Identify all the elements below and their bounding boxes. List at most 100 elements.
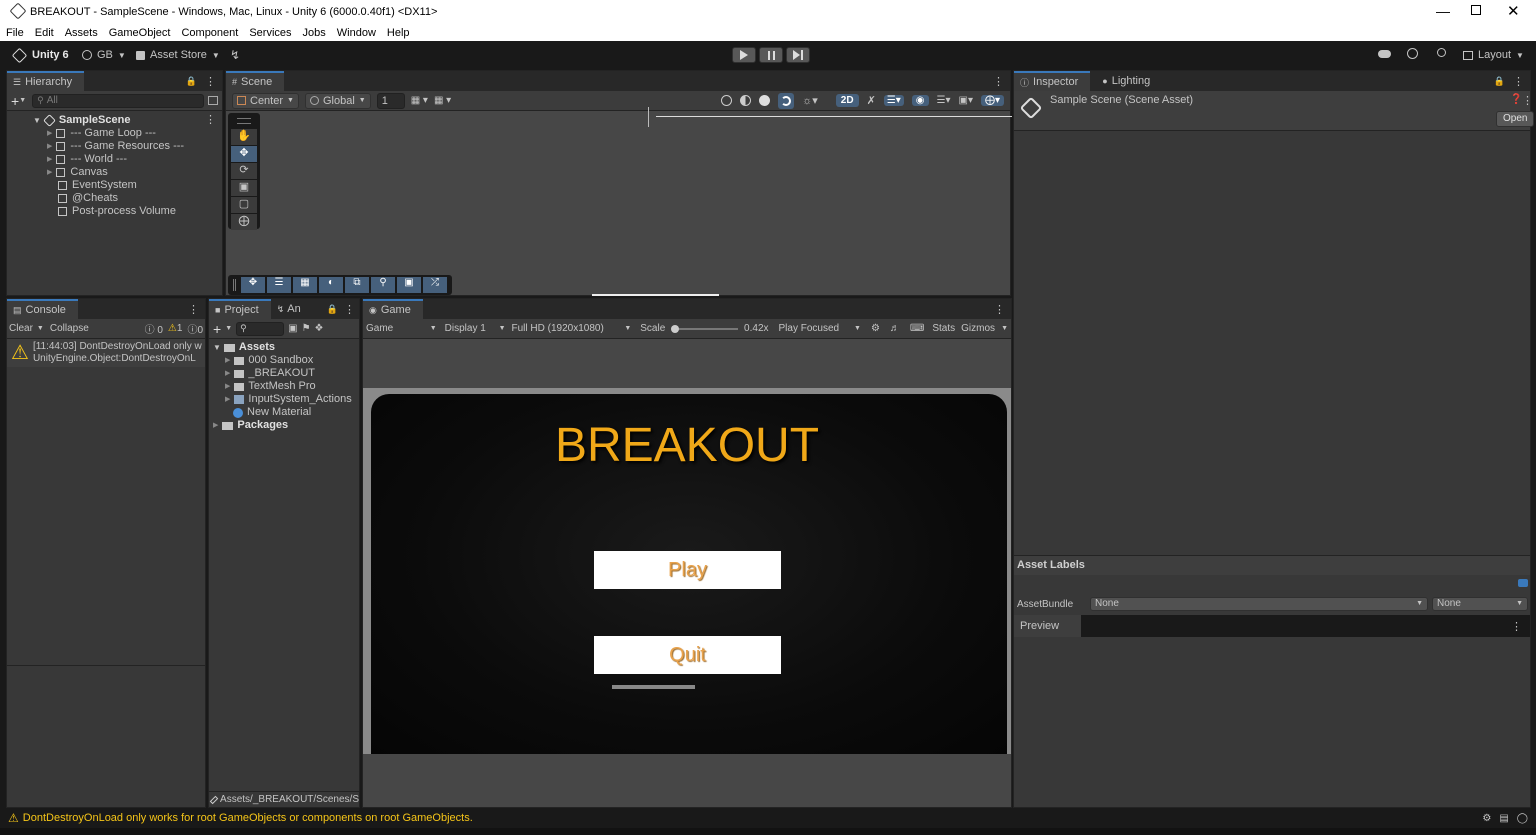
rect-tool-icon[interactable]: ▢: [231, 197, 257, 213]
cloud-icon[interactable]: [1378, 50, 1391, 58]
game-quit-button[interactable]: Quit: [594, 636, 781, 674]
hierarchy-search-field[interactable]: ⚲ All: [32, 93, 204, 108]
close-icon[interactable]: ✕: [1507, 2, 1520, 20]
tools-layers-icon[interactable]: ☰▾: [937, 95, 951, 106]
lock-icon[interactable]: 🔒: [1494, 76, 1505, 87]
move-tool-icon[interactable]: ✥: [231, 146, 257, 162]
scene-splitter[interactable]: [592, 294, 719, 296]
tab-inspector[interactable]: ⓘ Inspector: [1014, 71, 1091, 91]
drag-handle-icon[interactable]: [237, 118, 251, 124]
more-icon[interactable]: ⋮: [1513, 75, 1524, 88]
shaded-icon[interactable]: [759, 95, 771, 106]
more-icon[interactable]: ⋮: [993, 75, 1004, 88]
tab-console[interactable]: ▤ Console: [7, 299, 78, 319]
project-item[interactable]: ▶ TextMesh Pro: [209, 380, 359, 393]
add-icon[interactable]: +: [213, 321, 221, 337]
menu-edit[interactable]: Edit: [35, 27, 54, 39]
maximize-icon[interactable]: [1471, 5, 1481, 15]
version-control-icon[interactable]: ↯: [230, 48, 240, 62]
bug-icon[interactable]: ⚙: [871, 323, 880, 334]
search-overlay-icon[interactable]: ⚲: [371, 277, 395, 293]
favorites-icon[interactable]: ❖: [315, 323, 324, 334]
tab-game[interactable]: ◉ Game: [363, 299, 423, 319]
pivot-dropdown[interactable]: Center ▼: [232, 92, 299, 109]
project-root-assets[interactable]: ▼ Assets: [209, 341, 359, 354]
hand-tool-icon[interactable]: ✋: [231, 129, 257, 145]
hierarchy-item[interactable]: ▶ --- World ---: [7, 153, 222, 166]
orientation-icon[interactable]: [721, 95, 733, 106]
layers-overlay-icon[interactable]: ⧉: [345, 277, 369, 293]
move-overlay-icon[interactable]: ✥: [241, 277, 265, 293]
project-item[interactable]: New Material: [209, 406, 359, 419]
warning-count-icon[interactable]: ⚠1: [168, 323, 183, 334]
mute-audio-icon[interactable]: ♬: [890, 323, 900, 334]
game-play-button[interactable]: Play: [594, 551, 781, 589]
tab-hierarchy[interactable]: ☰ Hierarchy: [7, 71, 85, 91]
align-overlay-icon[interactable]: ☰: [267, 277, 291, 293]
layout-dropdown[interactable]: Layout ▼: [1463, 49, 1524, 61]
label-tag-icon[interactable]: [1518, 579, 1528, 587]
keyboard-icon[interactable]: ⌨: [910, 323, 924, 334]
project-root-packages[interactable]: ▶ Packages: [209, 419, 359, 432]
view-mode-dropdown[interactable]: Game ▼: [366, 323, 437, 334]
scene-root[interactable]: ▼ SampleScene ⋮: [7, 114, 222, 127]
gizmos-button[interactable]: Gizmos: [961, 323, 995, 334]
tab-project[interactable]: ■ Project: [209, 299, 271, 319]
search-by-label-icon[interactable]: ⚑: [302, 323, 311, 334]
shuffle-overlay-icon[interactable]: ⤮: [423, 277, 447, 293]
lock-icon[interactable]: 🔒: [327, 304, 338, 315]
sphere-overlay-icon[interactable]: ◐: [319, 277, 343, 293]
slider-thumb[interactable]: [671, 324, 680, 333]
grid-size-input[interactable]: 1: [376, 92, 405, 109]
menu-component[interactable]: Component: [181, 27, 238, 39]
cache-icon[interactable]: ◯: [1517, 813, 1528, 824]
tab-scene[interactable]: # Scene: [226, 71, 285, 91]
scale-slider[interactable]: [671, 324, 739, 333]
search-icon[interactable]: [1437, 48, 1446, 57]
menu-services[interactable]: Services: [249, 27, 291, 39]
more-icon[interactable]: ⋮: [188, 303, 199, 316]
grid-visibility-icon[interactable]: ▦ ▾: [434, 95, 451, 106]
bug-icon[interactable]: ⚙: [1482, 813, 1491, 824]
more-icon[interactable]: ⋮: [205, 75, 216, 88]
pause-button[interactable]: [759, 47, 783, 63]
project-item[interactable]: ▶ _BREAKOUT: [209, 367, 359, 380]
display-dropdown[interactable]: Display 1 ▼: [445, 323, 506, 334]
more-icon[interactable]: ⋮: [205, 114, 216, 127]
menu-jobs[interactable]: Jobs: [303, 27, 326, 39]
more-icon[interactable]: ⋮: [344, 303, 355, 316]
preview-tab[interactable]: Preview: [1014, 615, 1082, 637]
account-dropdown[interactable]: GB ▼: [82, 49, 126, 61]
project-item[interactable]: ▶ 000 Sandbox: [209, 354, 359, 367]
more-icon[interactable]: ⋮: [1511, 620, 1522, 633]
menu-assets[interactable]: Assets: [65, 27, 98, 39]
menu-window[interactable]: Window: [337, 27, 376, 39]
grid-overlay-icon[interactable]: ▦: [293, 277, 317, 293]
add-icon[interactable]: +: [11, 93, 19, 109]
resolution-dropdown[interactable]: Full HD (1920x1080) ▼: [512, 323, 632, 334]
visibility-icon[interactable]: ◉: [911, 95, 929, 106]
scale-tool-icon[interactable]: ▣: [231, 180, 257, 196]
asset-store-dropdown[interactable]: Asset Store ▼: [136, 49, 220, 61]
step-button[interactable]: [786, 47, 810, 63]
hierarchy-item[interactable]: EventSystem: [7, 179, 222, 192]
tab-lighting[interactable]: ● Lighting: [1096, 71, 1162, 91]
stats-button[interactable]: Stats: [932, 323, 955, 334]
hierarchy-item[interactable]: ▶ Canvas: [7, 166, 222, 179]
menu-file[interactable]: File: [6, 27, 24, 39]
progress-icon[interactable]: ▤: [1499, 813, 1508, 824]
assetbundle-dropdown[interactable]: None ▼: [1090, 597, 1428, 611]
tab-animation[interactable]: ↯ An: [271, 299, 305, 319]
camera-overlay-icon[interactable]: ▣: [397, 277, 421, 293]
layers-icon[interactable]: ☰▾: [883, 95, 904, 106]
wireframe-icon[interactable]: [740, 95, 752, 106]
chevron-down-icon[interactable]: ▼: [1001, 325, 1008, 332]
error-count-icon[interactable]: ⓘ0: [187, 321, 203, 336]
open-button[interactable]: Open: [1496, 111, 1535, 127]
scene-filter-icon[interactable]: [208, 96, 218, 105]
variant-dropdown[interactable]: None ▼: [1432, 597, 1528, 611]
gizmos-icon[interactable]: ⨁▾: [980, 95, 1004, 106]
project-search-field[interactable]: ⚲: [236, 321, 285, 336]
2d-toggle-button[interactable]: 2D: [835, 94, 859, 107]
hierarchy-item[interactable]: ▶ --- Game Resources ---: [7, 140, 222, 153]
